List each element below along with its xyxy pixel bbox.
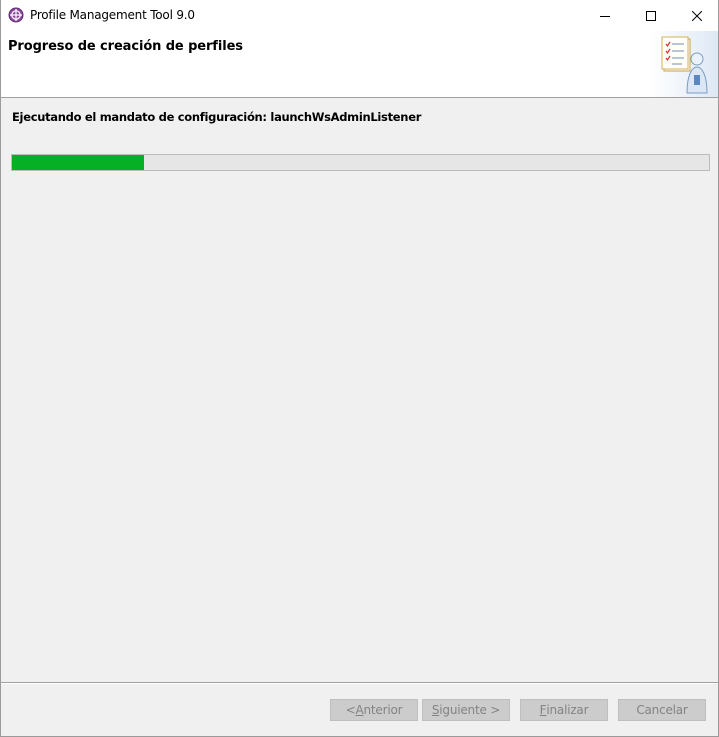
status-message: Ejecutando el mandato de configuración: … [12,110,422,124]
progress-fill [12,155,145,170]
maximize-icon [646,10,656,21]
finish-button-mnemonic: F [539,703,547,717]
window-title: Profile Management Tool 9.0 [30,8,195,22]
checklist-person-icon [648,36,718,101]
finish-button-label: inalizar [546,703,589,717]
maximize-button[interactable] [628,0,674,31]
close-button[interactable] [674,0,719,31]
back-button-prefix: < [345,703,356,717]
wizard-header: Progreso de creación de perfiles [1,31,718,98]
back-button[interactable]: < Anterior [330,699,418,721]
title-bar[interactable]: Profile Management Tool 9.0 [1,0,718,31]
finish-button[interactable]: Finalizar [520,699,608,721]
profile-management-window: Profile Management Tool 9.0 Progreso de … [0,0,719,737]
page-title: Progreso de creación de perfiles [8,39,243,54]
cancel-button[interactable]: Cancelar [618,699,706,721]
banner-graphic [648,31,718,97]
back-button-mnemonic: A [355,703,364,717]
cancel-button-label: Cancelar [636,703,688,717]
next-button[interactable]: Siguiente > [422,699,510,721]
minimize-button[interactable] [582,0,628,31]
progress-bar [11,154,710,171]
minimize-icon [600,11,610,21]
next-button-mnemonic: S [431,703,440,717]
back-button-label: nterior [363,703,403,717]
globe-icon [8,7,24,23]
close-icon [692,10,702,21]
footer-divider [1,682,718,684]
next-button-label: iguiente > [439,703,501,717]
